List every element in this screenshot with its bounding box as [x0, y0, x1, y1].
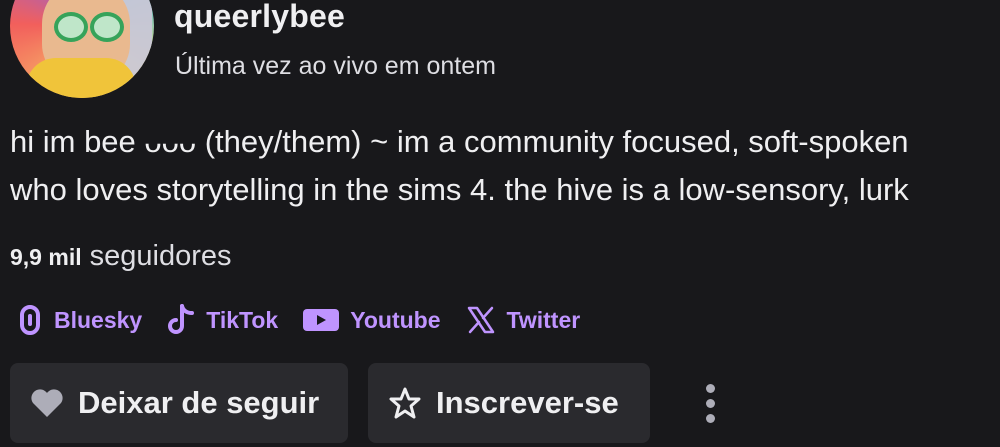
channel-bio: hi im bee ᴗᴗᴗ (they/them) ~ im a communi… [10, 118, 1000, 214]
social-label: TikTok [206, 306, 279, 333]
unfollow-button[interactable]: Deixar de seguir [10, 363, 348, 443]
bio-line: hi im bee ᴗᴗᴗ (they/them) ~ im a communi… [10, 124, 909, 159]
followers-count: 9,9 mil [10, 244, 82, 270]
subscribe-label: Inscrever-se [436, 385, 619, 420]
social-label: Youtube [350, 306, 441, 333]
social-link-youtube[interactable]: Youtube [302, 306, 441, 334]
channel-avatar[interactable] [10, 0, 154, 98]
tiktok-icon [168, 304, 195, 334]
bio-line: who loves storytelling in the sims 4. th… [10, 172, 909, 207]
avatar-sweater [26, 58, 136, 98]
more-dot-icon [705, 413, 715, 423]
social-link-tiktok[interactable]: TikTok [166, 303, 278, 337]
subscribe-button[interactable]: Inscrever-se [368, 363, 650, 443]
last-live-status: Última vez ao vivo em ontem [175, 52, 496, 80]
avatar-glasses-right [90, 12, 124, 42]
social-label: Twitter [506, 306, 581, 333]
unfollow-label: Deixar de seguir [78, 385, 320, 420]
social-link-bluesky[interactable]: Bluesky [16, 304, 142, 336]
bluesky-icon [20, 305, 40, 335]
star-icon [389, 387, 421, 419]
more-dot-icon [705, 398, 715, 408]
followers-info: 9,9 mil seguidores [10, 240, 231, 273]
heart-icon [31, 389, 63, 417]
avatar-glasses-left [54, 12, 88, 42]
channel-username[interactable]: queerlybee [174, 0, 345, 35]
social-label: Bluesky [54, 306, 143, 333]
more-dot-icon [705, 383, 715, 393]
social-link-twitter[interactable]: Twitter [465, 304, 581, 336]
social-links: Bluesky TikTok Youtube Twitter [16, 303, 604, 337]
followers-label: seguidores [89, 240, 232, 272]
more-options-button[interactable] [690, 375, 730, 431]
x-icon [467, 306, 494, 334]
youtube-icon [303, 309, 340, 331]
